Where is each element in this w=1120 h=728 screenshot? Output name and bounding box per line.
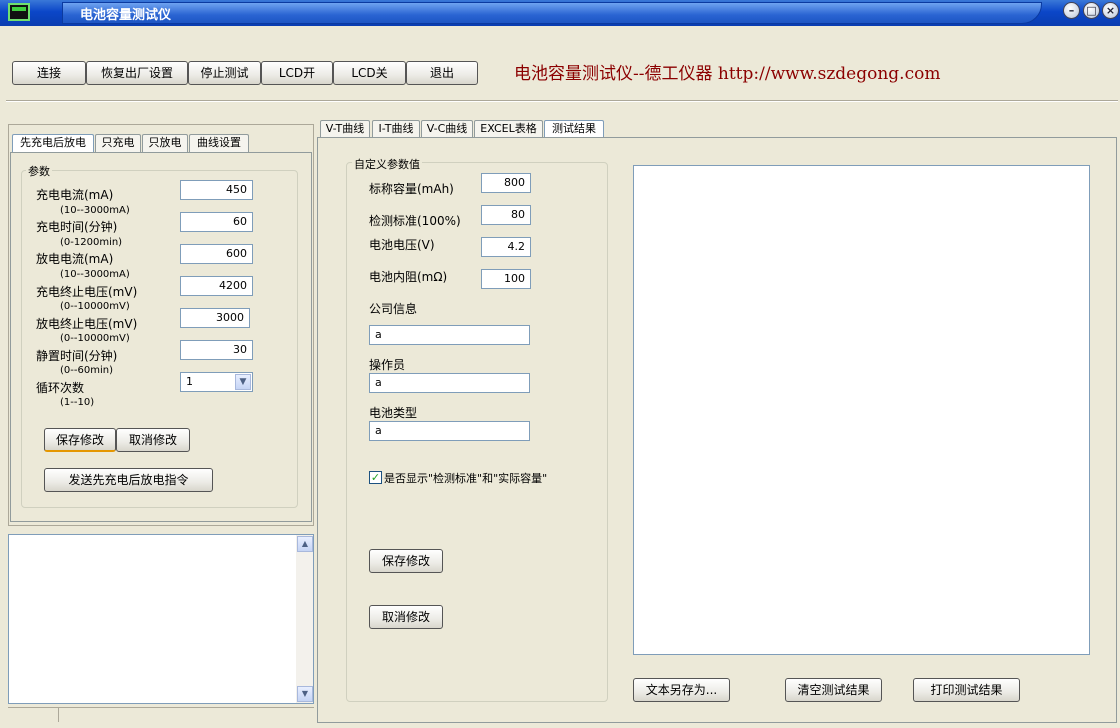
- app-icon[interactable]: [8, 3, 30, 21]
- maximize-button[interactable]: □: [1083, 2, 1100, 19]
- scroll-up-icon[interactable]: ▲: [297, 536, 313, 552]
- cancel-params-button[interactable]: 取消修改: [116, 428, 190, 452]
- charge-current-hint: (10--3000mA): [60, 205, 130, 216]
- lcd-off-button[interactable]: LCD关: [333, 61, 406, 85]
- battery-type-label: 电池类型: [369, 406, 418, 420]
- scroll-down-icon[interactable]: ▼: [297, 686, 313, 702]
- connect-button[interactable]: 连接: [12, 61, 86, 85]
- battery-voltage-input[interactable]: 4.2: [481, 237, 531, 257]
- minimize-button[interactable]: –: [1063, 2, 1080, 19]
- save-params-button[interactable]: 保存修改: [44, 428, 116, 452]
- rest-time-hint: (0--60min): [60, 365, 113, 376]
- charge-time-hint: (0-1200min): [60, 237, 123, 248]
- exit-button[interactable]: 退出: [406, 61, 478, 85]
- save-as-text-button[interactable]: 文本另存为...: [633, 678, 730, 702]
- test-standard-input[interactable]: 80: [481, 205, 531, 225]
- title-tab: [62, 2, 1042, 24]
- clear-results-button[interactable]: 清空测试结果: [785, 678, 882, 702]
- close-button[interactable]: ×: [1102, 2, 1119, 19]
- show-standard-label: 是否显示"检测标准"和"实际容量": [384, 472, 548, 485]
- discharge-current-hint: (10--3000mA): [60, 269, 130, 280]
- nominal-capacity-label: 标称容量(mAh): [369, 182, 454, 196]
- tab-curve-settings[interactable]: 曲线设置: [189, 134, 249, 152]
- brand-banner: 电池容量测试仪--德工仪器 http://www.szdegong.com: [514, 64, 941, 84]
- chevron-down-icon[interactable]: ▼: [235, 374, 251, 390]
- charge-end-voltage-hint: (0--10000mV): [60, 301, 130, 312]
- tab-it-curve[interactable]: I-T曲线: [372, 120, 420, 138]
- send-command-button[interactable]: 发送先充电后放电指令: [44, 468, 213, 492]
- tab-vt-curve[interactable]: V-T曲线: [320, 120, 370, 138]
- status-bar: [8, 707, 314, 723]
- stop-test-button[interactable]: 停止测试: [188, 61, 261, 85]
- custom-params-group-label: 自定义参数值: [352, 156, 422, 172]
- test-standard-label: 检测标准(100%): [369, 214, 461, 228]
- charge-current-input[interactable]: 450: [180, 180, 253, 200]
- tab-discharge-only[interactable]: 只放电: [142, 134, 188, 152]
- charge-end-voltage-input[interactable]: 4200: [180, 276, 253, 296]
- toolbar-divider: [6, 100, 1118, 102]
- lcd-on-button[interactable]: LCD开: [261, 61, 333, 85]
- restore-defaults-button[interactable]: 恢复出厂设置: [86, 61, 188, 85]
- discharge-end-voltage-hint: (0--10000mV): [60, 333, 130, 344]
- charge-end-voltage-label: 充电终止电压(mV): [36, 285, 138, 299]
- show-standard-checkbox[interactable]: ✓: [369, 471, 382, 484]
- discharge-current-label: 放电电流(mA): [36, 252, 114, 266]
- status-divider: [58, 708, 59, 722]
- cycle-count-hint: (1--10): [60, 397, 95, 408]
- internal-resistance-input[interactable]: 100: [481, 269, 531, 289]
- window-title: 电池容量测试仪: [80, 8, 172, 23]
- rest-time-label: 静置时间(分钟): [36, 349, 118, 363]
- company-info-label: 公司信息: [369, 302, 418, 316]
- discharge-end-voltage-label: 放电终止电压(mV): [36, 317, 138, 331]
- tab-vc-curve[interactable]: V-C曲线: [421, 120, 473, 138]
- charge-time-input[interactable]: 60: [180, 212, 253, 232]
- nominal-capacity-input[interactable]: 800: [481, 173, 531, 193]
- discharge-end-voltage-input[interactable]: 3000: [180, 308, 250, 328]
- rest-time-input[interactable]: 30: [180, 340, 253, 360]
- battery-type-input[interactable]: a: [369, 421, 530, 441]
- internal-resistance-label: 电池内阻(mΩ): [369, 270, 448, 284]
- params-group-label: 参数: [26, 163, 52, 179]
- charge-time-label: 充电时间(分钟): [36, 220, 118, 234]
- tab-charge-only[interactable]: 只充电: [95, 134, 141, 152]
- operator-input[interactable]: a: [369, 373, 530, 393]
- charge-current-label: 充电电流(mA): [36, 188, 114, 202]
- print-results-button[interactable]: 打印测试结果: [913, 678, 1020, 702]
- cancel-custom-button[interactable]: 取消修改: [369, 605, 443, 629]
- company-info-input[interactable]: a: [369, 325, 530, 345]
- tab-charge-then-discharge[interactable]: 先充电后放电: [12, 134, 94, 154]
- operator-label: 操作员: [369, 358, 406, 372]
- save-custom-button[interactable]: 保存修改: [369, 549, 443, 573]
- battery-voltage-label: 电池电压(V): [369, 238, 435, 252]
- log-textbox[interactable]: [8, 534, 314, 704]
- log-scrollbar[interactable]: [296, 535, 313, 703]
- cycle-count-label: 循环次数: [36, 381, 85, 395]
- discharge-current-input[interactable]: 600: [180, 244, 253, 264]
- tab-excel-table[interactable]: EXCEL表格: [474, 120, 543, 138]
- test-results-textbox[interactable]: [633, 165, 1090, 655]
